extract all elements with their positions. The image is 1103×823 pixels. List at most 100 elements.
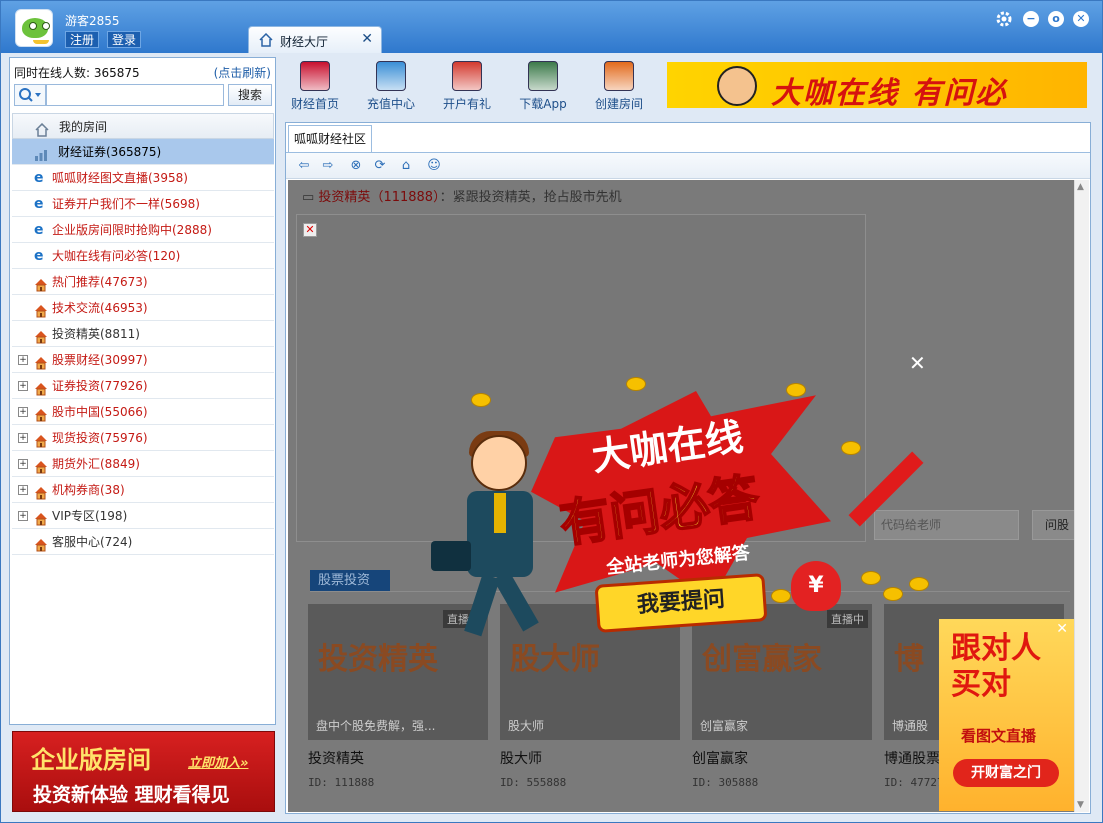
tree-item-label: 呱呱财经图文直播(3958) (52, 171, 188, 185)
tree-item-label: 现货投资(75976) (52, 431, 148, 445)
tab-community[interactable]: 呱呱财经社区 (288, 125, 372, 152)
enterprise-room-ad[interactable]: 企业版房间 立即加入» 投资新体验 理财看得见 (12, 731, 275, 812)
search-icon[interactable] (14, 84, 46, 106)
ad-right-sub: 看图文直播 (961, 727, 1037, 745)
minimize-button[interactable]: − (1023, 11, 1039, 27)
refresh-icon[interactable]: ⟳ (372, 158, 388, 174)
room-id: ID: 111888 (308, 776, 375, 789)
top-banner-ad[interactable]: 大咖在线 有问必 (667, 62, 1087, 108)
coin-icon (771, 589, 791, 603)
tree-item[interactable]: e 大咖在线有问必答(120) (12, 243, 274, 269)
house-icon (259, 33, 273, 47)
coin-icon (861, 571, 881, 585)
tab-finance-hall[interactable]: 财经大厅 ✕ (248, 26, 382, 53)
house-icon (34, 275, 48, 292)
ad-join-link[interactable]: 立即加入» (188, 752, 248, 771)
toolbar-item[interactable]: 开户有礼 (437, 61, 497, 112)
tree-item[interactable]: + 股市中国(55066) (12, 399, 274, 425)
close-button[interactable]: ✕ (1073, 11, 1089, 27)
tree-item[interactable]: 热门推荐(47673) (12, 269, 274, 295)
tree-item-label: 财经证券(365875) (58, 145, 162, 159)
toolbar-item-label: 创建房间 (594, 97, 643, 111)
ask-button[interactable]: 问股 (1032, 510, 1074, 540)
expand-icon[interactable]: + (18, 459, 28, 469)
gift-account-icon (452, 61, 482, 91)
search-button[interactable]: 搜索 (228, 84, 272, 106)
title-bar: 游客2855 注册 登录 财经大厅 ✕ − o ✕ (1, 1, 1102, 53)
businessman-illustration (431, 431, 551, 641)
coin-icon (626, 377, 646, 391)
thumbnail-caption: 博通股 (892, 719, 929, 733)
refresh-link[interactable]: (点击刷新) (214, 64, 271, 81)
house-icon (34, 301, 48, 318)
tab-close-icon[interactable]: ✕ (361, 31, 373, 47)
back-arrow-icon[interactable]: ⇦ (296, 158, 312, 174)
banner-text: 大咖在线 有问必 (771, 76, 1008, 108)
follow-expert-ad[interactable]: ✕ 跟对人 买对 看图文直播 开财富之门 (939, 619, 1074, 811)
room-name[interactable]: 投资精英 (308, 748, 488, 768)
tree-item[interactable]: + 期货外汇(8849) (12, 451, 274, 477)
tree-item[interactable]: e 企业版房间限时抢购中(2888) (12, 217, 274, 243)
forward-arrow-icon[interactable]: ⇨ (320, 158, 336, 174)
tree-item[interactable]: 投资精英(8811) (12, 321, 274, 347)
frog-logo-icon[interactable] (15, 9, 53, 47)
tree-item[interactable]: 我的房间 (12, 113, 274, 139)
register-button[interactable]: 注册 (65, 31, 100, 48)
expand-icon[interactable]: + (18, 355, 28, 365)
tree-item[interactable]: + 证券投资(77926) (12, 373, 274, 399)
tree-item[interactable]: e 呱呱财经图文直播(3958) (12, 165, 274, 191)
ad-tagline: 投资新体验 理财看得见 (33, 784, 230, 806)
expand-icon[interactable]: + (18, 433, 28, 443)
tree-item[interactable]: 财经证券(365875) (12, 139, 274, 165)
toolbar-item[interactable]: 充值中心 (361, 61, 421, 112)
ie-browser-icon: e (34, 248, 44, 264)
search-input[interactable] (46, 84, 224, 106)
coin-icon (909, 577, 929, 591)
toolbar-item[interactable]: 财经首页 (285, 61, 345, 112)
tree-item[interactable]: e 证券开户我们不一样(5698) (12, 191, 274, 217)
tree-item[interactable]: + VIP专区(198) (12, 503, 274, 529)
create-room-icon (604, 61, 634, 91)
tab-label: 财经大厅 (280, 35, 329, 49)
expand-icon[interactable]: + (18, 485, 28, 495)
chat-icon[interactable]: ☺ (426, 158, 442, 174)
ask-question-button[interactable]: 我要提问 (594, 573, 768, 633)
tree-item[interactable]: 客服中心(724) (12, 529, 274, 555)
expand-icon[interactable]: + (18, 407, 28, 417)
up-arrow-icon (848, 451, 924, 527)
coin-icon (883, 587, 903, 601)
tree-item[interactable]: + 现货投资(75976) (12, 425, 274, 451)
home-icon (35, 120, 49, 137)
scroll-up-icon[interactable]: ▲ (1077, 182, 1084, 192)
vertical-scrollbar[interactable]: ▲ ▼ (1074, 180, 1089, 812)
toolbar-item-label: 充值中心 (366, 97, 415, 111)
tree-item[interactable]: + 股票财经(30997) (12, 347, 274, 373)
home-icon[interactable]: ⌂ (398, 158, 414, 174)
expand-icon[interactable]: + (18, 381, 28, 391)
ad-right-button[interactable]: 开财富之门 (953, 759, 1059, 787)
toolbar-item[interactable]: 创建房间 (589, 61, 649, 112)
house-icon (34, 405, 48, 422)
room-title[interactable]: 投资精英 (318, 190, 370, 205)
coin-icon (841, 441, 861, 455)
toolbar-item[interactable]: 下载App (513, 61, 573, 112)
thumbnail-caption: 盘中个股免费解，强... (316, 719, 436, 733)
ie-browser-icon: e (34, 196, 44, 212)
tree-item[interactable]: + 机构券商(38) (12, 477, 274, 503)
scroll-down-icon[interactable]: ▼ (1077, 800, 1084, 810)
chart-icon (34, 145, 48, 161)
restore-button[interactable]: o (1048, 11, 1064, 27)
login-button[interactable]: 登录 (107, 31, 142, 48)
download-app-icon (528, 61, 558, 91)
broken-image-icon: ✕ (303, 223, 317, 237)
expand-icon[interactable]: + (18, 511, 28, 521)
expert-popup-ad[interactable]: 大咖在线 有问必答 全站老师为您解答 我要提问 ¥ (421, 371, 941, 651)
app-window: 游客2855 注册 登录 财经大厅 ✕ − o ✕ 同时在线人数: 365875… (0, 0, 1103, 823)
gear-icon[interactable] (995, 10, 1013, 28)
tree-item-label: 机构券商(38) (52, 483, 125, 497)
room-name[interactable]: 股大师 (500, 748, 680, 768)
tree-item[interactable]: 技术交流(46953) (12, 295, 274, 321)
toolbar: 财经首页 充值中心 开户有礼 下载App 创建房间 (285, 57, 665, 117)
room-name[interactable]: 创富赢家 (692, 748, 872, 768)
stop-icon[interactable]: ⊗ (348, 158, 364, 174)
